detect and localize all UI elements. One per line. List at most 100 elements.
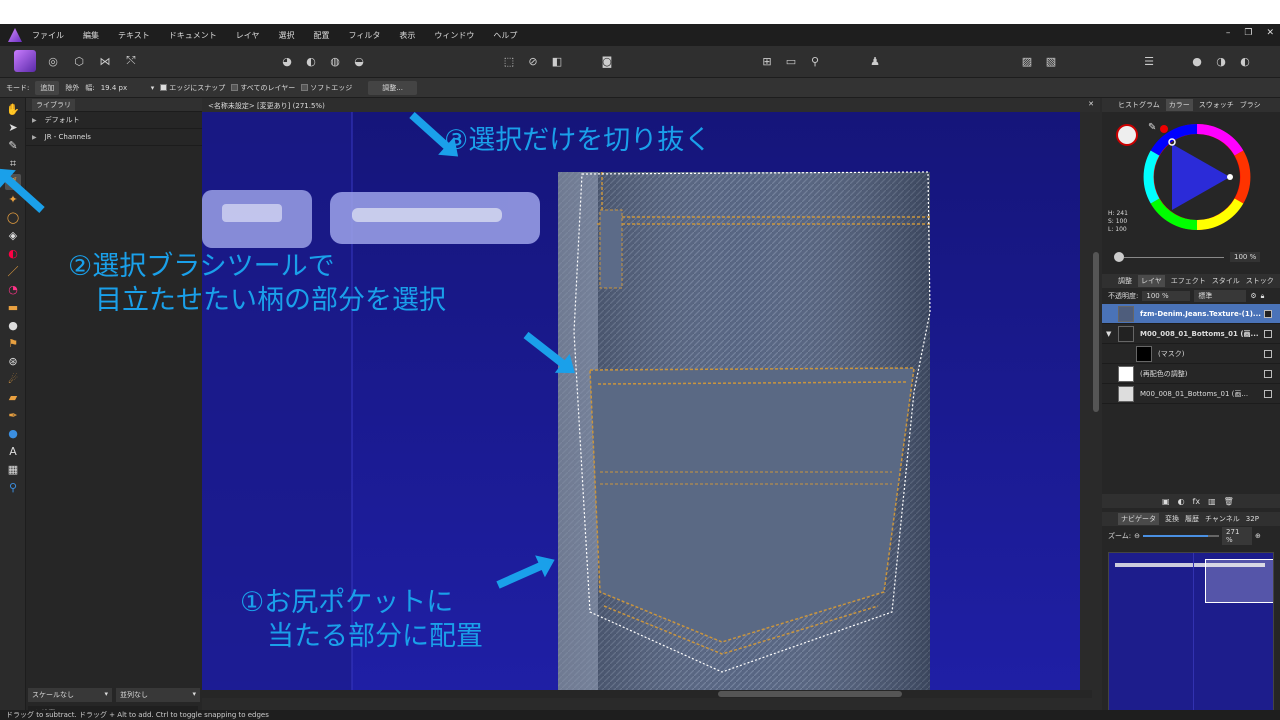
visibility-checkbox[interactable] [1264,389,1272,398]
visibility-checkbox[interactable] [1264,369,1272,378]
menu-file[interactable]: ファイル [32,30,64,41]
trash-icon[interactable]: 🗑︎ [1224,497,1234,506]
gradient-tool-icon[interactable]: ◐ [5,246,21,262]
visibility-checkbox[interactable] [1264,329,1272,338]
menu-view[interactable]: 表示 [399,30,415,41]
menu-filters[interactable]: フィルタ [349,30,381,41]
zoom-slider[interactable] [1143,535,1220,537]
auto-colors-icon[interactable]: ◍ [326,52,344,70]
lock-icon[interactable]: 🔒︎ [1261,292,1265,301]
color-picker-icon[interactable]: ✎ [5,138,21,154]
gear-icon[interactable]: ⚙ [1250,292,1256,300]
vertical-scroll-thumb[interactable] [1093,252,1099,412]
red-eye-icon[interactable]: ⊛ [5,354,21,370]
snap-edges-checkbox[interactable]: エッジにスナップ [160,83,225,93]
boolean-add-icon[interactable]: ● [1188,52,1206,70]
document-tab[interactable]: <名称未設定> [変更あり] (271.5%) ✕ [202,98,1100,112]
layer-row[interactable]: ▼ M00_008_01_Bottoms_01 (画... [1102,324,1280,344]
tab-stock[interactable]: ストック [1246,276,1274,286]
minimize-icon[interactable]: – [1226,28,1231,38]
restore-icon[interactable]: ❐ [1244,28,1252,38]
mode-add-button[interactable]: 追加 [35,80,60,95]
auto-contrast-icon[interactable]: ◐ [302,52,320,70]
shape-tool-icon[interactable]: ● [5,426,21,442]
quick-mask-icon[interactable]: ◙ [598,52,616,70]
opacity-slider-handle[interactable] [1114,252,1124,262]
tab-32p[interactable]: 32P [1246,515,1259,523]
menu-layer[interactable]: レイヤ [236,30,260,41]
fx-icon[interactable]: fx [1193,497,1201,506]
arrange-forward-icon[interactable]: ▧ [1042,52,1060,70]
menu-document[interactable]: ドキュメント [169,30,217,41]
chevron-down-icon[interactable]: ▾ [151,84,155,92]
vertical-scrollbar[interactable] [1092,112,1100,690]
dodge-tool-icon[interactable]: ● [5,318,21,334]
visibility-checkbox[interactable] [1264,309,1272,318]
inpainting-icon[interactable]: ▰ [5,390,21,406]
close-window-icon[interactable]: ✕ [1266,28,1274,38]
mesh-warp-icon[interactable]: ▦ [5,462,21,478]
tab-library[interactable]: ライブラリ [32,98,75,111]
tone-map-persona-icon[interactable]: ⋈ [96,52,114,70]
menu-window[interactable]: ウィンドウ [434,30,474,41]
deselect-icon[interactable]: ⊘ [524,52,542,70]
guides-icon[interactable]: ▭ [782,52,800,70]
menu-help[interactable]: ヘルプ [493,30,517,41]
expand-icon[interactable]: ▶ [32,134,37,141]
tab-histogram[interactable]: ヒストグラム [1118,100,1160,110]
align-icon[interactable]: ☰ [1140,52,1158,70]
all-layers-checkbox[interactable]: すべてのレイヤー [231,83,295,93]
zoom-tool-icon[interactable]: ⚲ [5,480,21,496]
photo-persona-icon[interactable] [14,50,36,72]
text-tool-icon[interactable]: A [5,444,21,460]
tab-effects[interactable]: エフェクト [1171,276,1206,286]
adjustment-icon[interactable]: ◐ [1178,497,1185,506]
hand-tool-icon[interactable]: ✋ [5,102,21,118]
navigator-viewport[interactable] [1205,559,1273,603]
refine-button[interactable]: 調整... [368,80,417,95]
fill-color-swatch[interactable] [1116,124,1138,146]
blend-mode-select[interactable]: 標準 [1194,290,1247,302]
smudge-tool-icon[interactable]: ☄ [5,372,21,388]
export-persona-icon[interactable]: ⤲ [122,52,140,70]
eraser-icon[interactable]: ▬ [5,300,21,316]
menu-arrange[interactable]: 配置 [314,30,330,41]
zoom-in-icon[interactable]: ⊕ [1255,532,1261,540]
flood-fill-icon[interactable]: ◈ [5,228,21,244]
tab-swatches[interactable]: スウォッチ [1199,100,1234,110]
liquify-persona-icon[interactable]: ◎ [44,52,62,70]
assistant-icon[interactable]: ♟ [866,52,884,70]
clone-tool-icon[interactable]: ⚑ [5,336,21,352]
tab-history[interactable]: 履歴 [1185,514,1199,524]
add-pixel-layer-icon[interactable]: ▣ [1162,497,1170,506]
tab-brushes[interactable]: ブラシ [1240,100,1261,110]
layer-row[interactable]: (再配色の調整) [1102,364,1280,384]
zoom-out-icon[interactable]: ⊖ [1134,532,1140,540]
auto-levels-icon[interactable]: ◕ [278,52,296,70]
layer-row[interactable]: M00_008_01_Bottoms_01 (画... [1102,384,1280,404]
color-replacement-icon[interactable]: ◔ [5,282,21,298]
collapse-icon[interactable]: ▼ [1106,330,1111,338]
mode-remove-button[interactable]: 除外 [65,83,79,93]
library-row[interactable]: ▶ JR - Channels [26,129,202,146]
tab-color[interactable]: カラー [1165,99,1193,111]
pen-tool-icon[interactable]: ✒ [5,408,21,424]
auto-white-balance-icon[interactable]: ◒ [350,52,368,70]
layer-row[interactable]: fzm-Denim.Jeans.Texture-(1)... [1102,304,1280,324]
menu-text[interactable]: テキスト [118,30,150,41]
tab-navigator[interactable]: ナビゲータ [1118,513,1159,525]
layer-row[interactable]: (マスク) [1102,344,1280,364]
library-row[interactable]: ▶ デフォルト [26,112,202,129]
soft-edges-checkbox[interactable]: ソフトエッジ [301,83,352,93]
invert-selection-icon[interactable]: ◧ [548,52,566,70]
horizontal-scrollbar[interactable] [202,690,1092,698]
horizontal-scroll-thumb[interactable] [718,691,902,697]
arrange-back-icon[interactable]: ▨ [1018,52,1036,70]
boolean-intersect-icon[interactable]: ◐ [1236,52,1254,70]
snapping-icon[interactable]: ⚲ [806,52,824,70]
paint-brush-icon[interactable]: ／ [5,264,21,280]
move-tool-icon[interactable]: ➤ [5,120,21,136]
width-field[interactable]: 19.4 px [101,84,145,92]
tab-channels[interactable]: チャンネル [1205,514,1240,524]
tab-transform[interactable]: 変換 [1165,514,1179,524]
